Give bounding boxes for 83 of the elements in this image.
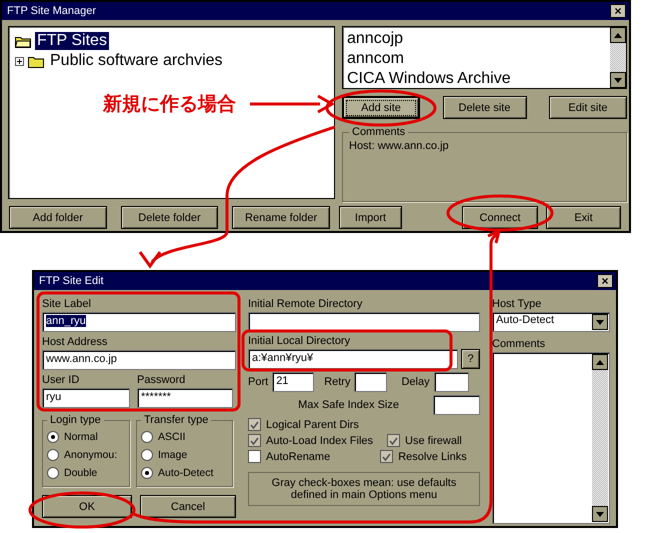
tree-item[interactable]: FTP Sites bbox=[35, 32, 109, 50]
note-text: Gray check-boxes mean: use defaults defined in main Options menu bbox=[248, 472, 480, 506]
folder-icon bbox=[28, 54, 44, 68]
expand-icon[interactable] bbox=[15, 56, 24, 66]
field-label: Host Address bbox=[42, 336, 108, 348]
dialog-button[interactable]: Connect bbox=[462, 206, 538, 229]
scroll-down-icon[interactable] bbox=[596, 320, 604, 324]
text-field[interactable] bbox=[433, 395, 480, 415]
field-label: Retry bbox=[324, 376, 350, 388]
scrollbar[interactable] bbox=[610, 27, 626, 88]
radio-button[interactable] bbox=[47, 449, 59, 461]
text-field[interactable] bbox=[434, 372, 469, 392]
checkbox-label: Logical Parent Dirs bbox=[266, 418, 359, 430]
checkbox[interactable] bbox=[248, 418, 261, 431]
field-label: Port bbox=[248, 376, 268, 388]
field-label: Initial Remote Directory bbox=[248, 298, 364, 310]
window-title: FTP Site Manager bbox=[7, 5, 96, 17]
dialog-button[interactable]: Exit bbox=[546, 206, 621, 229]
radio-button[interactable] bbox=[141, 449, 153, 461]
radio-label: ASCII bbox=[158, 431, 186, 443]
field-label: Max Safe Index Size bbox=[298, 399, 399, 411]
site-button[interactable]: Delete site bbox=[442, 96, 526, 119]
field-label: Delay bbox=[401, 376, 430, 388]
text-field[interactable]: ******* bbox=[137, 388, 233, 408]
checkbox[interactable] bbox=[248, 434, 261, 447]
radio-button[interactable] bbox=[47, 431, 59, 443]
radio-label: Normal bbox=[64, 431, 98, 443]
text-field[interactable] bbox=[248, 312, 480, 332]
folder-button[interactable]: Add folder bbox=[9, 206, 107, 229]
help-button[interactable]: ? bbox=[461, 349, 480, 369]
host-type-select[interactable]: Auto-Detect bbox=[492, 312, 610, 332]
folder-button[interactable]: Rename folder bbox=[232, 206, 330, 229]
folder-button[interactable]: Delete folder bbox=[120, 206, 218, 229]
checkbox[interactable] bbox=[387, 434, 400, 447]
folder-button[interactable]: Import bbox=[338, 206, 402, 229]
checkbox[interactable] bbox=[380, 450, 394, 463]
checkbox-label: AutoRename bbox=[266, 450, 330, 462]
field-label: Site Label bbox=[42, 298, 92, 310]
text-field[interactable]: ann_ryu bbox=[42, 312, 236, 332]
annotation-label: 新規に作る場合 bbox=[103, 92, 236, 117]
field-label: Host Type bbox=[492, 298, 542, 310]
tree-item[interactable]: Public software archvies bbox=[48, 52, 225, 70]
checkbox-label: Auto-Load Index Files bbox=[266, 434, 374, 446]
radio-button[interactable] bbox=[47, 467, 59, 479]
text-field[interactable]: 21 bbox=[272, 372, 314, 392]
radio-label: Double bbox=[64, 467, 98, 479]
group-label: Login type bbox=[49, 414, 102, 426]
field-label: Password bbox=[137, 374, 186, 386]
text-field[interactable]: ryu bbox=[42, 388, 130, 408]
scroll-up-icon[interactable] bbox=[614, 32, 622, 38]
close-button[interactable]: × bbox=[610, 4, 626, 18]
checkbox-label: Use firewall bbox=[405, 434, 462, 446]
dialog-button[interactable]: Cancel bbox=[140, 495, 236, 518]
scroll-down-icon[interactable] bbox=[596, 512, 604, 516]
radio-label: Anonymou: bbox=[64, 449, 118, 461]
site-button[interactable]: Add site bbox=[342, 96, 420, 119]
radio-label: Auto-Detect bbox=[158, 467, 214, 479]
radio-button[interactable] bbox=[141, 431, 153, 443]
group-label: Comments bbox=[351, 126, 406, 138]
field-label: Initial Local Directory bbox=[248, 335, 352, 347]
site-button[interactable]: Edit site bbox=[549, 96, 627, 119]
scroll-down-icon[interactable] bbox=[614, 78, 622, 82]
text-field[interactable]: www.ann.co.jp bbox=[42, 350, 236, 370]
dialog-button[interactable]: OK bbox=[42, 495, 132, 518]
text-field[interactable]: a:¥ann¥ryu¥ bbox=[248, 349, 458, 369]
site-list-item[interactable]: anncojp bbox=[347, 29, 606, 49]
close-button[interactable]: × bbox=[597, 274, 613, 288]
checkbox[interactable] bbox=[248, 450, 261, 463]
radio-label: Image bbox=[158, 449, 188, 461]
group-label: Transfer type bbox=[143, 414, 210, 426]
scroll-up-icon[interactable] bbox=[596, 360, 604, 364]
field-label: User ID bbox=[42, 374, 80, 386]
folder-icon bbox=[15, 34, 31, 48]
comments-field[interactable] bbox=[492, 352, 610, 524]
site-list-item[interactable]: anncom bbox=[347, 49, 606, 69]
checkbox-label: Resolve Links bbox=[398, 450, 467, 462]
text-field[interactable] bbox=[354, 372, 388, 392]
radio-button[interactable] bbox=[141, 467, 153, 479]
field-label: Comments bbox=[492, 338, 546, 350]
scrollbar[interactable] bbox=[592, 354, 608, 522]
window-title: FTP Site Edit bbox=[39, 275, 104, 287]
site-list-item[interactable]: CICA Windows Archive bbox=[347, 69, 606, 88]
comment-text: Host: www.ann.co.jp bbox=[349, 140, 449, 152]
